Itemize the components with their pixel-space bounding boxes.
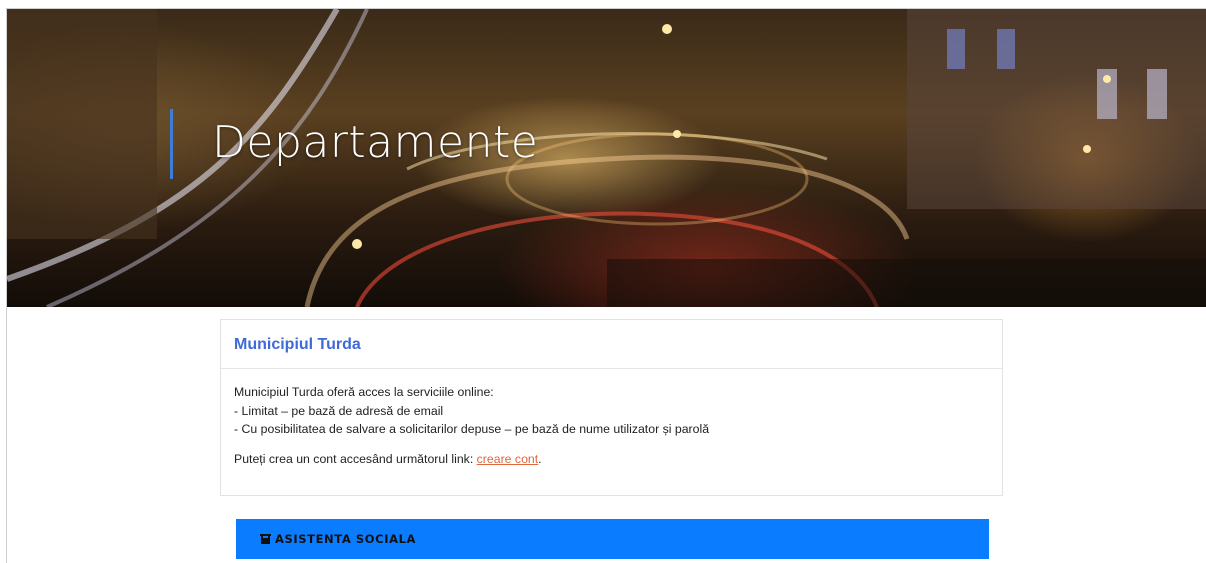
hero-night-city-image — [7, 9, 1206, 307]
create-account-link[interactable]: creare cont — [477, 452, 539, 466]
info-card-title: Municipiul Turda — [234, 336, 361, 353]
option-email-text: - Limitat – pe bază de adresă de email — [234, 403, 444, 418]
page-title: Departamente — [212, 117, 539, 168]
option-account-text: - Cu posibilitatea de salvare a solicita… — [234, 422, 710, 436]
page-frame: Departamente Municipiul Turda Municipiul… — [0, 0, 1206, 563]
intro-text: Municipiul Turda oferă acces la servicii… — [234, 385, 494, 399]
hero-title-accent-bar — [170, 109, 173, 179]
department-label: ASISTENTA SOCIALA — [275, 532, 417, 546]
hero-banner: Departamente — [7, 9, 1206, 307]
building-icon — [260, 534, 271, 544]
create-account-paragraph: Puteți crea un cont accesând următorul l… — [234, 450, 1002, 469]
info-card-body: Municipiul Turda oferă acces la servicii… — [221, 369, 1002, 468]
create-account-text: Puteți crea un cont accesând următorul l… — [234, 451, 477, 466]
create-account-suffix: . — [538, 451, 542, 466]
info-card-header: Municipiul Turda — [221, 320, 1002, 369]
info-card: Municipiul Turda Municipiul Turda oferă … — [220, 319, 1003, 496]
department-asistenta-sociala[interactable]: ASISTENTA SOCIALA — [236, 519, 989, 559]
